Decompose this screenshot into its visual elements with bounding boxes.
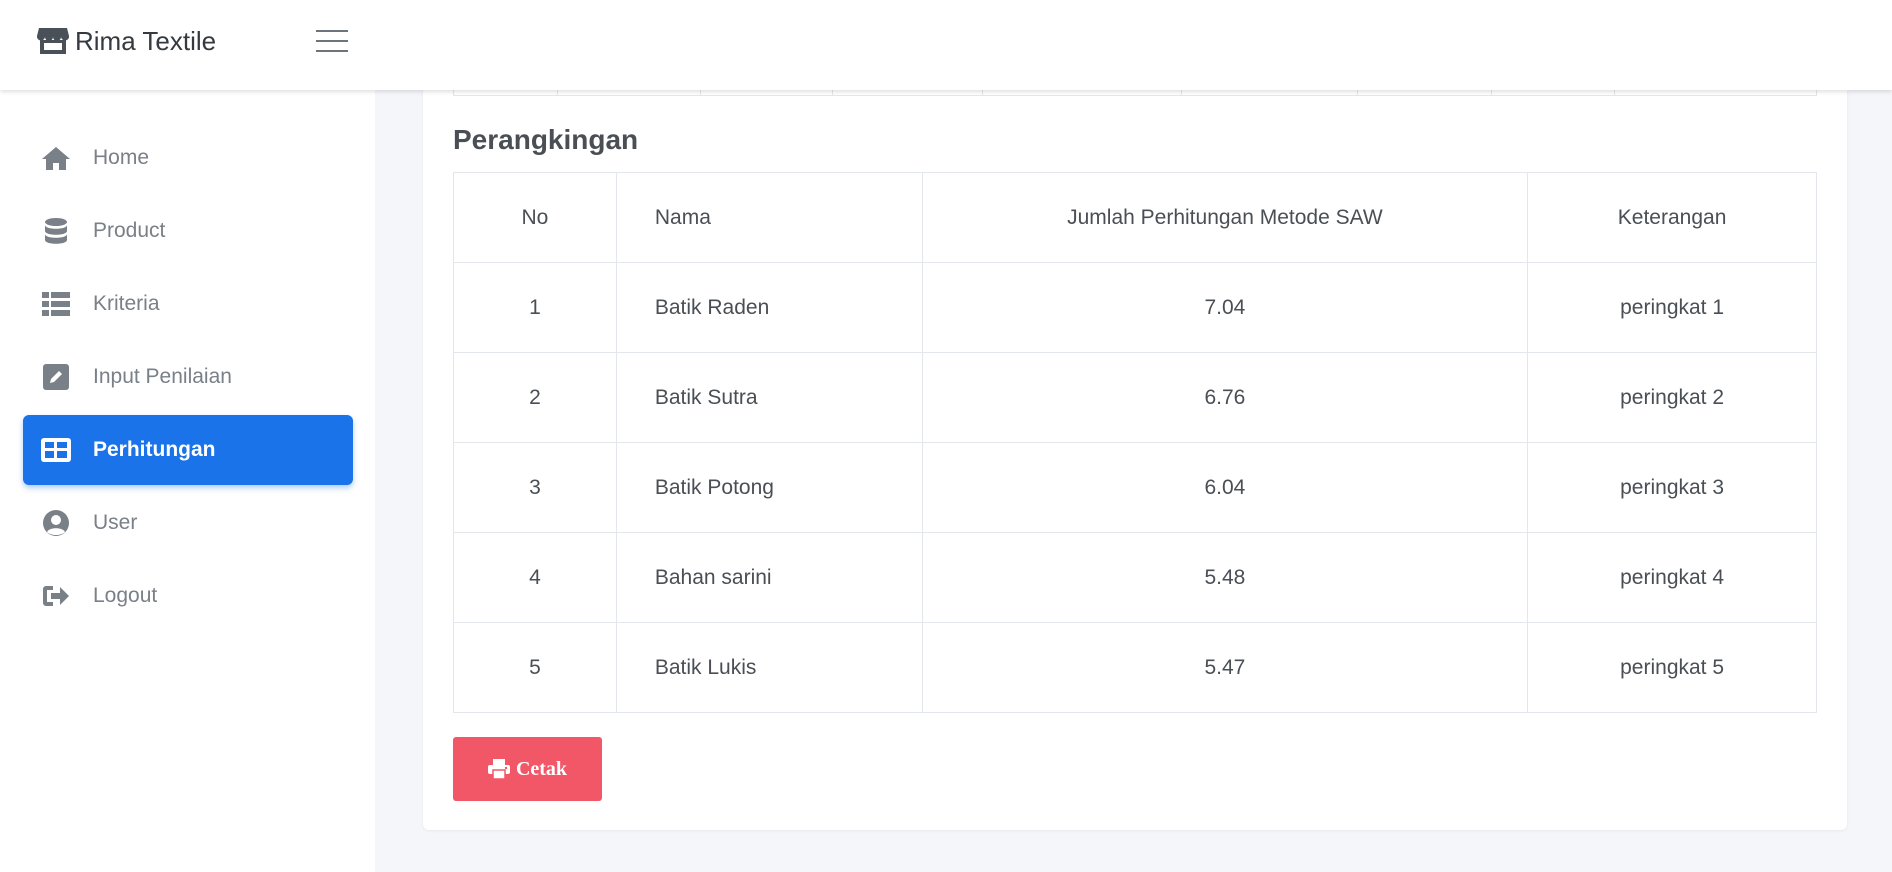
sidebar-item-label: Kriteria bbox=[93, 292, 160, 315]
sidebar-item-label: Logout bbox=[93, 584, 158, 607]
database-icon bbox=[40, 215, 72, 247]
column-header: Keterangan bbox=[1527, 172, 1817, 263]
list-icon bbox=[40, 288, 72, 320]
cell-no: 5 bbox=[453, 622, 617, 713]
hamburger-icon bbox=[316, 30, 348, 32]
table-header-row: No Nama Jumlah Perhitungan Metode SAW Ke… bbox=[453, 172, 1817, 263]
cell-saw-score: 6.04 bbox=[921, 442, 1529, 533]
table-row: 2 Batik Sutra 6.76 peringkat 2 bbox=[453, 352, 1817, 443]
cell-saw-score: 5.47 bbox=[921, 622, 1529, 713]
print-icon bbox=[487, 759, 510, 779]
logout-icon bbox=[40, 580, 72, 612]
cell-no: 4 bbox=[453, 532, 617, 623]
ranking-table: No Nama Jumlah Perhitungan Metode SAW Ke… bbox=[453, 172, 1817, 713]
cell-nama: Batik Potong bbox=[615, 442, 923, 533]
cell-no: 1 bbox=[453, 262, 617, 353]
column-header: Jumlah Perhitungan Metode SAW bbox=[921, 172, 1529, 263]
cell-no: 3 bbox=[453, 442, 617, 533]
table-row: 4 Bahan sarini 5.48 peringkat 4 bbox=[453, 532, 1817, 623]
sidebar-toggle-button[interactable] bbox=[314, 26, 350, 56]
sidebar-item-product[interactable]: Product bbox=[23, 196, 353, 266]
cell-nama: Bahan sarini bbox=[615, 532, 923, 623]
cell-no: 2 bbox=[453, 352, 617, 443]
cell-keterangan: peringkat 1 bbox=[1527, 262, 1817, 353]
print-button-label: Cetak bbox=[515, 757, 568, 780]
sidebar-item-label: Perhitungan bbox=[93, 438, 216, 461]
column-header: No bbox=[453, 172, 617, 263]
brand[interactable]: Rima Textile bbox=[37, 24, 216, 58]
sidebar-item-label: Product bbox=[93, 219, 166, 242]
cell-keterangan: peringkat 2 bbox=[1527, 352, 1817, 443]
cell-nama: Batik Sutra bbox=[615, 352, 923, 443]
cell-saw-score: 6.76 bbox=[921, 352, 1529, 443]
edit-icon bbox=[40, 361, 72, 393]
previous-table-bottom-edge bbox=[453, 90, 1817, 96]
cell-keterangan: peringkat 4 bbox=[1527, 532, 1817, 623]
sidebar-item-label: User bbox=[93, 511, 138, 534]
top-navbar: Rima Textile bbox=[0, 0, 1892, 90]
cell-nama: Batik Lukis bbox=[615, 622, 923, 713]
sidebar-item-label: Input Penilaian bbox=[93, 365, 232, 388]
table-row: 3 Batik Potong 6.04 peringkat 3 bbox=[453, 442, 1817, 533]
cell-keterangan: peringkat 3 bbox=[1527, 442, 1817, 533]
store-icon bbox=[37, 28, 69, 54]
sidebar-item-home[interactable]: Home bbox=[23, 123, 353, 193]
sidebar-item-input-penilaian[interactable]: Input Penilaian bbox=[23, 342, 353, 412]
cell-saw-score: 7.04 bbox=[921, 262, 1529, 353]
sidebar-item-label: Home bbox=[93, 146, 150, 169]
table-row: 1 Batik Raden 7.04 peringkat 1 bbox=[453, 262, 1817, 353]
sidebar-item-kriteria[interactable]: Kriteria bbox=[23, 269, 353, 339]
cell-saw-score: 5.48 bbox=[921, 532, 1529, 623]
cell-keterangan: peringkat 5 bbox=[1527, 622, 1817, 713]
sidebar-item-logout[interactable]: Logout bbox=[23, 561, 353, 631]
user-circle-icon bbox=[40, 507, 72, 539]
cell-nama: Batik Raden bbox=[615, 262, 923, 353]
table-icon bbox=[40, 434, 72, 466]
table-row: 5 Batik Lukis 5.47 peringkat 5 bbox=[453, 622, 1817, 713]
home-icon bbox=[40, 142, 72, 174]
sidebar-item-user[interactable]: User bbox=[23, 488, 353, 558]
print-button[interactable]: Cetak bbox=[453, 737, 602, 801]
sidebar-item-perhitungan[interactable]: Perhitungan bbox=[23, 415, 353, 485]
section-title: Perangkingan bbox=[453, 124, 639, 155]
brand-title: Rima Textile bbox=[75, 25, 217, 56]
sidebar: Home Product Kriteria Input Penilaian Pe… bbox=[0, 90, 375, 872]
column-header: Nama bbox=[615, 172, 923, 263]
